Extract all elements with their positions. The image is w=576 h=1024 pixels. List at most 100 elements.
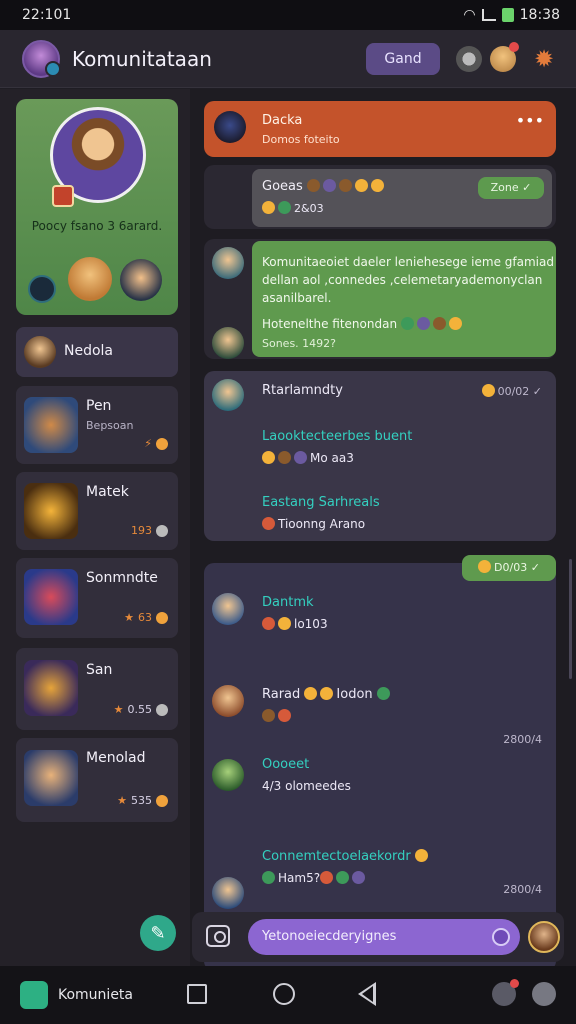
message-body-text: Ham5? (278, 871, 321, 885)
avatar (212, 379, 244, 411)
more-icon[interactable]: ••• (516, 111, 544, 130)
sidebar-item-san[interactable]: San ★ 0.55 (16, 648, 178, 730)
sidebar-item-matek[interactable]: Matek 193 (16, 472, 178, 550)
sidebar-item-count: 535 (131, 794, 152, 807)
user-avatar[interactable] (528, 921, 560, 953)
thread-time-text: 00/02 (497, 385, 530, 398)
message-reactions (262, 709, 294, 723)
composer: Yetonoeiecderyignes (192, 912, 564, 962)
message-bubble[interactable]: Goeas 2&03 Zone ✓ (252, 169, 552, 227)
pinned-message[interactable]: Dacka Domos foteito ••• (204, 101, 556, 157)
message-sub: lo103 (294, 617, 328, 631)
pinned-subtitle: Domos foteito (262, 133, 340, 146)
status-clock: 18:38 (519, 7, 560, 23)
gear-icon[interactable]: ✹ (530, 45, 558, 73)
mini-avatar[interactable] (28, 275, 56, 303)
thread-card[interactable]: D0/03 ✓ Dantmk lo103 Rarad Iodon 2800/4 … (204, 555, 556, 971)
sidebar-item-label: Nedola (64, 343, 114, 359)
compose-fab-button[interactable]: ✎ (140, 915, 176, 951)
app-title: Komunitataan (72, 46, 212, 71)
message-author: Connemtectoelaekordr (262, 849, 431, 864)
sidebar-item-label: Sonmndte (86, 570, 158, 586)
goeas-label: Goeas (262, 179, 303, 194)
avatar (212, 327, 244, 359)
message-input[interactable]: Yetonoeiecderyignes (248, 919, 520, 955)
sidebar-item-count: 63 (138, 611, 152, 624)
sidebar-item-label: San (86, 662, 113, 678)
message-input-placeholder: Yetonoeiecderyignes (262, 929, 397, 944)
message-time: 2800/4 (503, 883, 542, 896)
featured-text: Poocy fsano 3 6arard. (31, 219, 163, 233)
thread-title: Rtarlamndty (262, 383, 343, 398)
sidebar-item-meta: ★ 535 (117, 794, 168, 807)
message-author-text: Connemtectoelaekordr (262, 849, 411, 864)
home-icon[interactable] (273, 983, 295, 1005)
profile-avatar[interactable] (490, 41, 519, 72)
sidebar-item-sub: Bepsoan (86, 419, 134, 432)
ball-icon[interactable] (456, 45, 482, 72)
avatar (214, 111, 246, 143)
message-author: Oooeet (262, 757, 310, 772)
sidebar-item-sonmndte[interactable]: Sonmndte ★ 63 (16, 558, 178, 638)
sidebar-item-meta: ⚡ (144, 437, 168, 450)
app-icon[interactable] (20, 981, 48, 1009)
mini-avatar[interactable] (120, 259, 162, 301)
sidebar-item-label: Matek (86, 484, 129, 500)
avatar (212, 685, 244, 717)
message-time: 2800/4 (503, 733, 542, 746)
sidebar: Poocy fsano 3 6arard. Nedola Pen Bepsoan… (0, 89, 190, 966)
camera-icon[interactable] (206, 925, 230, 947)
notifications-icon[interactable] (492, 979, 519, 1006)
thread-tag[interactable]: D0/03 ✓ (462, 555, 556, 581)
done-label: Zone (490, 181, 519, 194)
reaction-panel: Goeas 2&03 Zone ✓ (204, 165, 556, 229)
game-thumbnail (24, 569, 78, 625)
thread-tag-text: D0/03 (494, 561, 528, 574)
message-author: Rarad (262, 687, 301, 702)
wifi-icon: ◠ (463, 7, 476, 23)
message-text: Goeas (262, 179, 387, 194)
announcement-line: dellan aol ,connedes ,celemetaryademonyc… (262, 273, 543, 287)
thread-message: Laooktecteerbes buent (262, 429, 413, 444)
featured-card[interactable]: Poocy fsano 3 6arard. (16, 99, 178, 315)
thread-time: 00/02 ✓ (481, 384, 542, 398)
sidebar-item-pen[interactable]: Pen Bepsoan ⚡ (16, 386, 178, 464)
sidebar-item-meta: ★ 63 (124, 611, 168, 624)
sidebar-item-count: 193 (131, 524, 152, 537)
message-author: Dantmk (262, 595, 314, 610)
message-text: lo103 (262, 617, 328, 631)
thread-sub: Mo aa3 (310, 451, 354, 465)
sidebar-item-label: Pen (86, 398, 112, 414)
avatar (212, 877, 244, 909)
signal-icon (481, 9, 496, 21)
account-icon[interactable] (532, 982, 556, 1006)
app-label[interactable]: Komunieta (58, 987, 133, 1003)
recents-icon[interactable] (187, 984, 207, 1004)
announcement-bubble[interactable]: Komunitaeoiet daeler leniehesege ieme gf… (252, 241, 556, 357)
thread-card[interactable]: Rtarlamndty 00/02 ✓ Laooktecteerbes buen… (204, 371, 556, 541)
app-logo-icon[interactable] (22, 39, 61, 78)
announcement-line: asanilbarel. (262, 291, 332, 305)
sidebar-item-menolad[interactable]: Menolad ★ 535 (16, 738, 178, 822)
bottom-navbar: Komunieta (0, 966, 576, 1024)
goeas-sub: 2&03 (294, 202, 324, 215)
avatar (212, 247, 244, 279)
pinned-title: Dacka (262, 113, 303, 128)
scrollbar[interactable] (569, 559, 572, 679)
avatar (212, 759, 244, 791)
app-header: Komunitataan Gand ✹ (0, 30, 576, 88)
mini-avatar[interactable] (68, 257, 112, 301)
back-icon[interactable] (358, 982, 376, 1006)
game-thumbnail (24, 660, 78, 716)
emoji-icon[interactable] (492, 928, 510, 946)
rank-badge-icon (52, 185, 74, 207)
done-chip[interactable]: Zone ✓ (478, 177, 544, 199)
sidebar-item-count: 0.55 (127, 703, 153, 716)
sidebar-item-meta: ★ 0.55 (114, 703, 168, 716)
message-text: Rarad Iodon (262, 687, 393, 702)
screen: 22:101 ◠ 18:38 Komunitataan Gand ✹ Poocy… (0, 0, 576, 1024)
sidebar-item-nedola[interactable]: Nedola (16, 327, 178, 377)
gand-button[interactable]: Gand (366, 42, 440, 75)
announcement-line: Hotenelthe fitenondan (262, 317, 465, 331)
thread-message: Eastang Sarhreals (262, 495, 380, 510)
